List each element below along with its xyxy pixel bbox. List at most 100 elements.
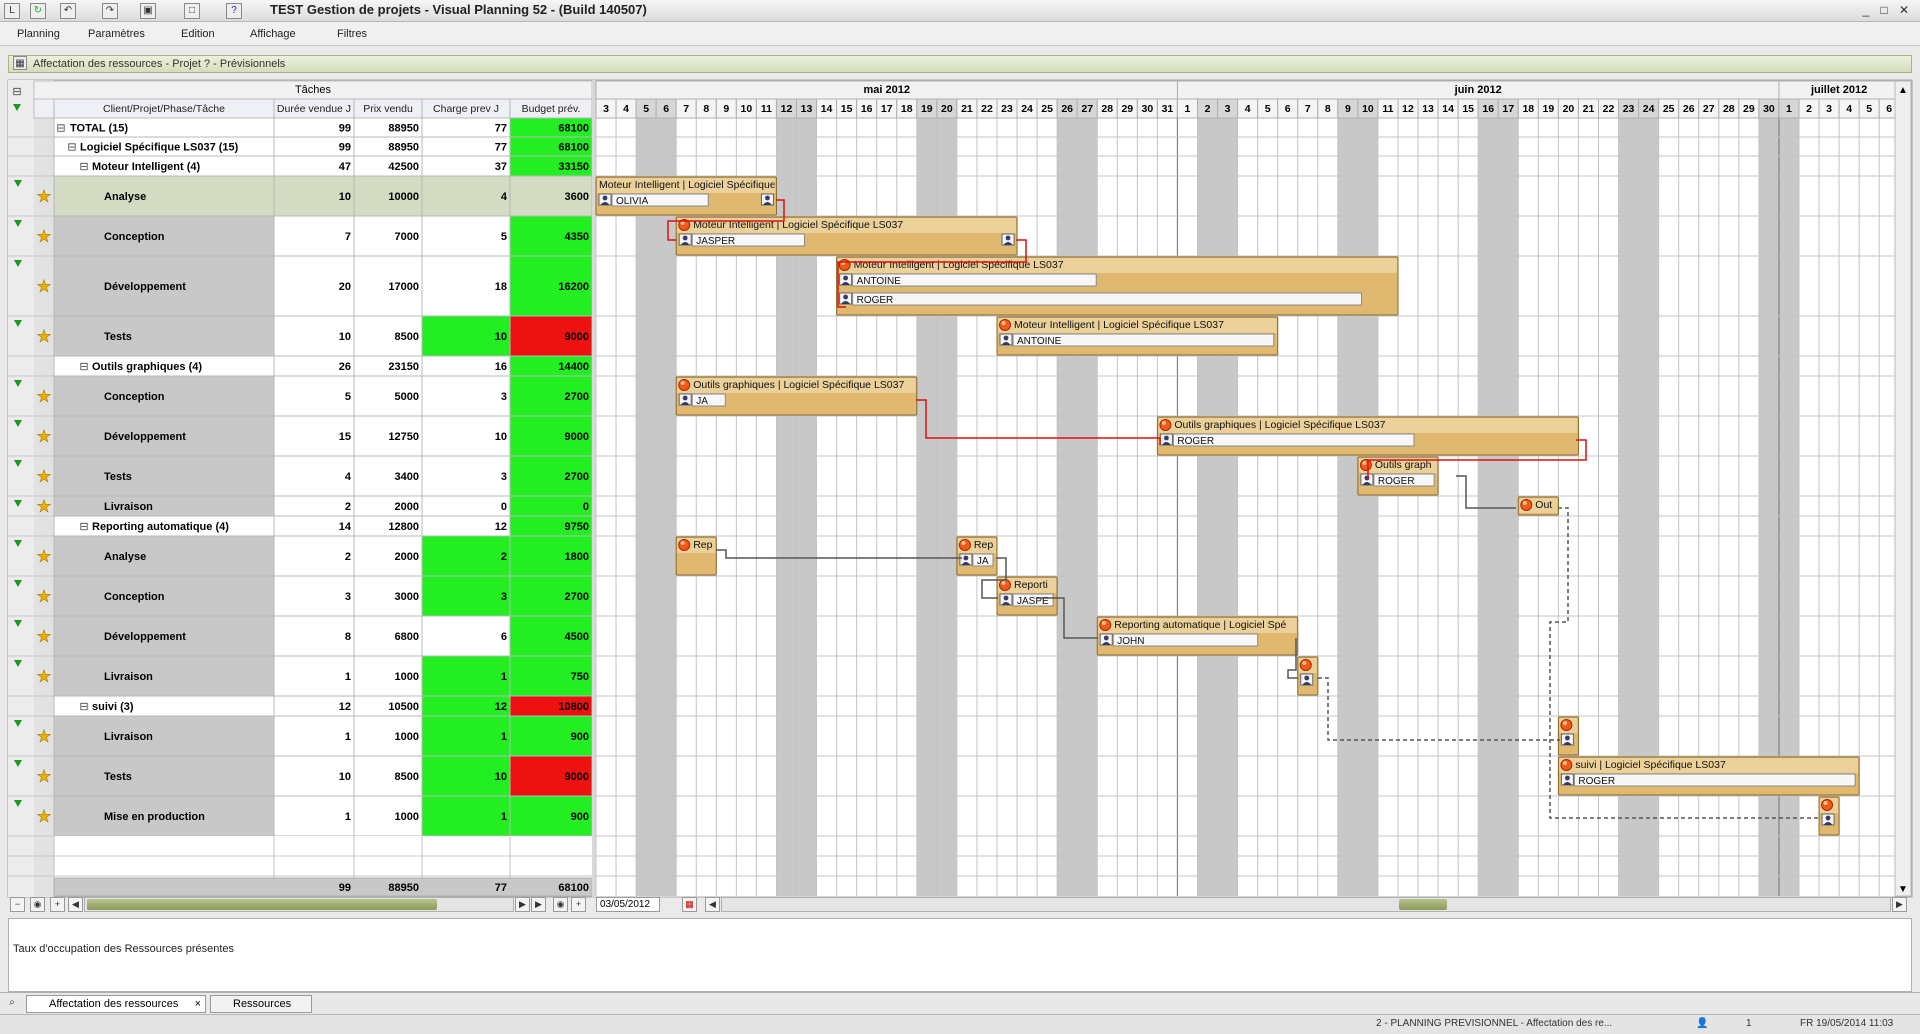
resource-chip[interactable] <box>1573 773 1856 787</box>
column-header-1[interactable]: Client/Projet/Phase/Tâche <box>103 103 225 115</box>
table-hscrollbar[interactable] <box>84 897 514 912</box>
collapse-icon[interactable]: ⊟ <box>79 701 88 713</box>
task-bar[interactable]: Outils graphiques | Logiciel Spécifique … <box>1156 416 1579 456</box>
day-label: 5 <box>643 103 649 115</box>
task-label[interactable]: Tests <box>104 471 132 483</box>
star-icon[interactable]: ★ <box>36 427 52 448</box>
task-bar[interactable]: Outils graphiques | Logiciel Spécifique … <box>675 376 918 416</box>
task-label[interactable]: suivi (3) <box>92 701 134 713</box>
task-label[interactable]: Logiciel Spécifique LS037 (15) <box>80 142 239 154</box>
star-icon[interactable]: ★ <box>36 277 52 298</box>
task-bar[interactable]: Moteur Intelligent | Logiciel Spécifique… <box>836 256 1399 316</box>
tab-affectation[interactable]: Affectation des ressources × <box>26 995 206 1013</box>
gantt-hscrollbar[interactable] <box>721 897 1891 912</box>
lock-icon[interactable]: ◉ <box>553 897 568 912</box>
task-label[interactable]: Analyse <box>104 191 146 203</box>
task-label[interactable]: Livraison <box>104 501 153 513</box>
task-label[interactable]: Outils graphiques (4) <box>92 361 202 373</box>
star-icon[interactable]: ★ <box>36 187 52 208</box>
task-label[interactable]: Livraison <box>104 671 153 683</box>
task-bar[interactable]: Moteur Intelligent | Logiciel Spécifique… <box>996 316 1279 356</box>
task-label[interactable]: Conception <box>104 591 165 603</box>
task-bar[interactable]: Out <box>1517 496 1559 516</box>
lock-icon[interactable]: ◉ <box>30 897 45 912</box>
column-header-3[interactable]: Prix vendu <box>363 103 413 115</box>
collapse-button[interactable]: − <box>10 897 25 912</box>
star-icon[interactable]: ★ <box>36 767 52 788</box>
task-bar[interactable]: Rep <box>675 536 717 576</box>
table-hscroll-thumb[interactable] <box>87 899 437 910</box>
task-label[interactable]: Mise en production <box>104 811 205 823</box>
table-row[interactable] <box>53 175 275 217</box>
task-label[interactable]: Conception <box>104 391 165 403</box>
splitter[interactable] <box>592 80 596 897</box>
collapse-icon[interactable]: ⊟ <box>79 361 88 373</box>
prix-value: 3400 <box>395 471 419 483</box>
task-label[interactable]: Reporting automatique (4) <box>92 521 229 533</box>
gantt-hscroll-thumb[interactable] <box>1399 899 1447 910</box>
table-row[interactable] <box>53 755 275 797</box>
charge-value: 6 <box>501 631 507 643</box>
vscroll-up-button[interactable]: ▲ <box>1898 85 1908 96</box>
task-bar[interactable]: Moteur Intelligent | Logiciel Spécifique… <box>595 176 777 216</box>
column-header-4[interactable]: Charge prev J <box>433 103 499 115</box>
task-label[interactable]: Livraison <box>104 731 153 743</box>
person-icon <box>598 193 612 206</box>
table-row[interactable] <box>53 655 275 697</box>
gantt-vscrollbar[interactable] <box>1894 80 1912 897</box>
duree-value: 15 <box>339 431 351 443</box>
collapse-icon[interactable]: ⊟ <box>79 521 88 533</box>
table-row[interactable] <box>53 315 275 357</box>
star-icon[interactable]: ★ <box>36 547 52 568</box>
task-label[interactable]: Moteur Intelligent (4) <box>92 161 201 173</box>
star-icon[interactable]: ★ <box>36 497 52 518</box>
date-field[interactable]: 03/05/2012 <box>596 897 660 912</box>
table-row[interactable] <box>53 535 275 577</box>
column-header-5[interactable]: Budget prév. <box>522 103 581 115</box>
page-right-button[interactable]: ▶ <box>531 897 546 912</box>
duree-value: 2 <box>345 501 351 513</box>
search-icon[interactable]: ⌕ <box>4 996 20 1012</box>
star-icon[interactable]: ★ <box>36 387 52 408</box>
task-label[interactable]: Développement <box>104 431 186 443</box>
task-label[interactable]: Tests <box>104 331 132 343</box>
star-icon[interactable]: ★ <box>36 627 52 648</box>
table-row[interactable] <box>53 715 275 757</box>
task-label[interactable]: Développement <box>104 631 186 643</box>
table-row[interactable] <box>53 495 275 517</box>
column-header-2[interactable]: Durée vendue J <box>277 103 351 115</box>
task-label[interactable]: Analyse <box>104 551 146 563</box>
scroll-left-button[interactable]: ◀ <box>68 897 83 912</box>
gantt-scroll-left-button[interactable]: ◀ <box>705 897 720 912</box>
task-label[interactable]: TOTAL (15) <box>70 123 128 135</box>
star-icon[interactable]: ★ <box>36 727 52 748</box>
vscroll-down-button[interactable]: ▼ <box>1898 884 1908 895</box>
star-icon[interactable]: ★ <box>36 467 52 488</box>
task-bar[interactable]: Reporting automatique | Logiciel Spé JOHN <box>1096 616 1299 656</box>
task-bar[interactable]: suivi | Logiciel Spécifique LS037 ROGER <box>1557 756 1860 796</box>
scroll-right-button[interactable]: ▶ <box>515 897 530 912</box>
table-row[interactable] <box>53 455 275 497</box>
add-column-button[interactable]: + <box>50 897 65 912</box>
star-icon[interactable]: ★ <box>36 587 52 608</box>
task-label[interactable]: Tests <box>104 771 132 783</box>
star-icon[interactable]: ★ <box>36 667 52 688</box>
task-bar[interactable]: Moteur Intelligent | Logiciel Spécifique… <box>675 216 1018 256</box>
collapse-all-icon[interactable]: ⊟ <box>12 86 21 98</box>
star-icon[interactable]: ★ <box>36 807 52 828</box>
gantt-scroll-right-button[interactable]: ▶ <box>1892 897 1907 912</box>
collapse-icon[interactable]: ⊟ <box>56 123 65 135</box>
resource-chip[interactable] <box>852 292 1363 306</box>
task-label[interactable]: Développement <box>104 281 186 293</box>
calendar-icon[interactable]: ▦ <box>682 897 697 912</box>
close-tab-icon[interactable]: × <box>195 996 201 1012</box>
budget-cell <box>509 495 593 517</box>
collapse-icon[interactable]: ⊟ <box>79 161 88 173</box>
star-icon[interactable]: ★ <box>36 327 52 348</box>
tab-ressources[interactable]: Ressources <box>210 995 312 1013</box>
task-label[interactable]: Conception <box>104 231 165 243</box>
day-label: 9 <box>723 103 729 115</box>
add-column-button[interactable]: + <box>571 897 586 912</box>
collapse-icon[interactable]: ⊟ <box>67 142 76 154</box>
star-icon[interactable]: ★ <box>36 227 52 248</box>
